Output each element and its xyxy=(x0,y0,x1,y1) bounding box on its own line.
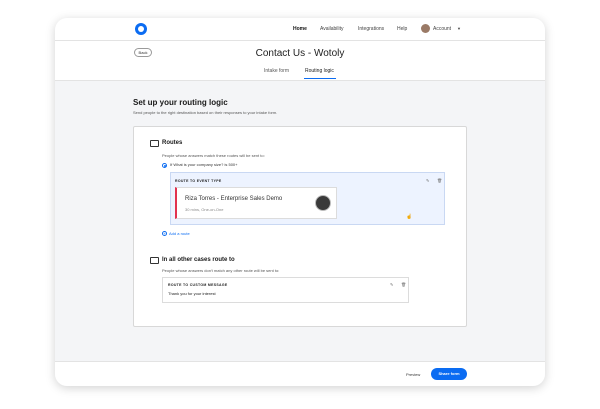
route-event-box: ROUTE TO EVENT TYPE ✎ 🗑 Riza Torres - En… xyxy=(170,172,445,225)
top-nav: Home Availability Integrations Help Acco… xyxy=(55,18,545,41)
delete-icon[interactable]: 🗑 xyxy=(401,282,406,287)
nav-availability[interactable]: Availability xyxy=(320,26,344,32)
condition-radio[interactable] xyxy=(162,163,167,168)
other-routes-icon xyxy=(150,257,159,264)
chevron-down-icon[interactable]: ▼ xyxy=(457,26,461,31)
custom-message: Thank you for your interest xyxy=(168,291,216,296)
page-header: Back Contact Us - Wotoly Intake form Rou… xyxy=(55,41,545,81)
routes-icon xyxy=(150,140,159,147)
host-avatar xyxy=(315,195,331,211)
edit-icon[interactable]: ✎ xyxy=(426,178,429,183)
tab-intake-form[interactable]: Intake form xyxy=(264,68,289,74)
routes-description: People whose answers match these routes … xyxy=(162,153,265,158)
account-avatar[interactable] xyxy=(421,24,430,33)
other-cases-description: People whose answers don't match any oth… xyxy=(162,268,280,273)
account-menu[interactable]: Account xyxy=(433,26,451,32)
condition-text: If What is your company size? is 500+ xyxy=(170,162,238,167)
plus-circle-icon: + xyxy=(162,231,167,236)
event-name: Riza Torres - Enterprise Sales Demo xyxy=(185,196,283,202)
delete-icon[interactable]: 🗑 xyxy=(437,178,442,183)
event-meta: 30 mins, One-on-One xyxy=(185,207,224,212)
footer-bar: Preview Share form xyxy=(55,361,545,386)
tab-routing-logic[interactable]: Routing logic xyxy=(305,68,334,74)
section-subtitle: Send people to the right destination bas… xyxy=(133,110,278,115)
route-label: ROUTE TO EVENT TYPE xyxy=(175,179,222,183)
nav-help[interactable]: Help xyxy=(397,26,407,32)
logo-icon[interactable] xyxy=(135,23,147,35)
share-form-button[interactable]: Share form xyxy=(431,368,467,380)
page-title: Contact Us - Wotoly xyxy=(255,48,345,59)
routes-title: Routes xyxy=(162,140,183,146)
preview-link[interactable]: Preview xyxy=(406,372,420,377)
custom-message-box[interactable]: ROUTE TO CUSTOM MESSAGE ✎ 🗑 Thank you fo… xyxy=(162,277,409,303)
nav-home[interactable]: Home xyxy=(293,26,307,32)
app-window: Home Availability Integrations Help Acco… xyxy=(55,18,545,386)
nav-integrations[interactable]: Integrations xyxy=(358,26,384,32)
other-cases-title: In all other cases route to xyxy=(162,257,235,263)
section-title: Set up your routing logic xyxy=(133,98,228,107)
event-card[interactable]: Riza Torres - Enterprise Sales Demo 30 m… xyxy=(175,187,337,219)
routing-card: Routes People whose answers match these … xyxy=(133,126,467,327)
active-tab-indicator xyxy=(304,78,336,79)
add-route-label: Add a route xyxy=(169,231,190,236)
add-route-button[interactable]: + Add a route xyxy=(162,231,190,236)
edit-icon[interactable]: ✎ xyxy=(390,282,393,287)
cursor-icon: ☝ xyxy=(406,214,413,220)
custom-route-label: ROUTE TO CUSTOM MESSAGE xyxy=(168,283,228,287)
